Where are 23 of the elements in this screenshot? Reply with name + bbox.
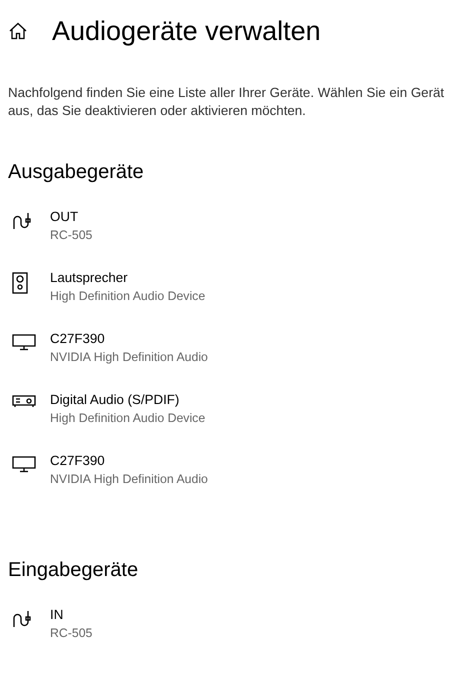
monitor-icon — [12, 333, 36, 351]
device-detail: NVIDIA High Definition Audio — [50, 349, 208, 366]
device-name[interactable]: C27F390 — [50, 329, 208, 348]
cable-icon — [12, 609, 32, 629]
description-text: Nachfolgend finden Sie eine Liste aller Ihrer Geräte. Wählen Sie ein Gerät aus, das Sie deaktivieren oder aktivieren möchten. — [8, 84, 446, 120]
device-name[interactable]: Lautsprecher — [50, 268, 206, 287]
device-detail: High Definition Audio Device — [50, 288, 206, 305]
section-heading: Eingabegeräte — [8, 559, 140, 583]
device-name[interactable]: IN — [50, 605, 92, 624]
cable-icon — [12, 211, 32, 231]
device-detail: NVIDIA High Definition Audio — [50, 471, 208, 488]
device-name[interactable]: Digital Audio (S/PDIF) — [50, 390, 206, 409]
device-detail: RC-505 — [50, 625, 92, 642]
monitor-icon — [12, 455, 36, 473]
device-detail: RC-505 — [50, 227, 92, 244]
device-detail: High Definition Audio Device — [50, 410, 206, 427]
device-name[interactable]: C27F390 — [50, 451, 208, 470]
section-heading: Ausgabegeräte — [8, 161, 145, 185]
device-name[interactable]: OUT — [50, 207, 92, 226]
page-title: Audiogeräte verwalten — [52, 16, 321, 46]
optical-port-icon — [12, 394, 36, 408]
home-icon[interactable] — [9, 22, 27, 40]
speaker-icon — [12, 272, 28, 294]
